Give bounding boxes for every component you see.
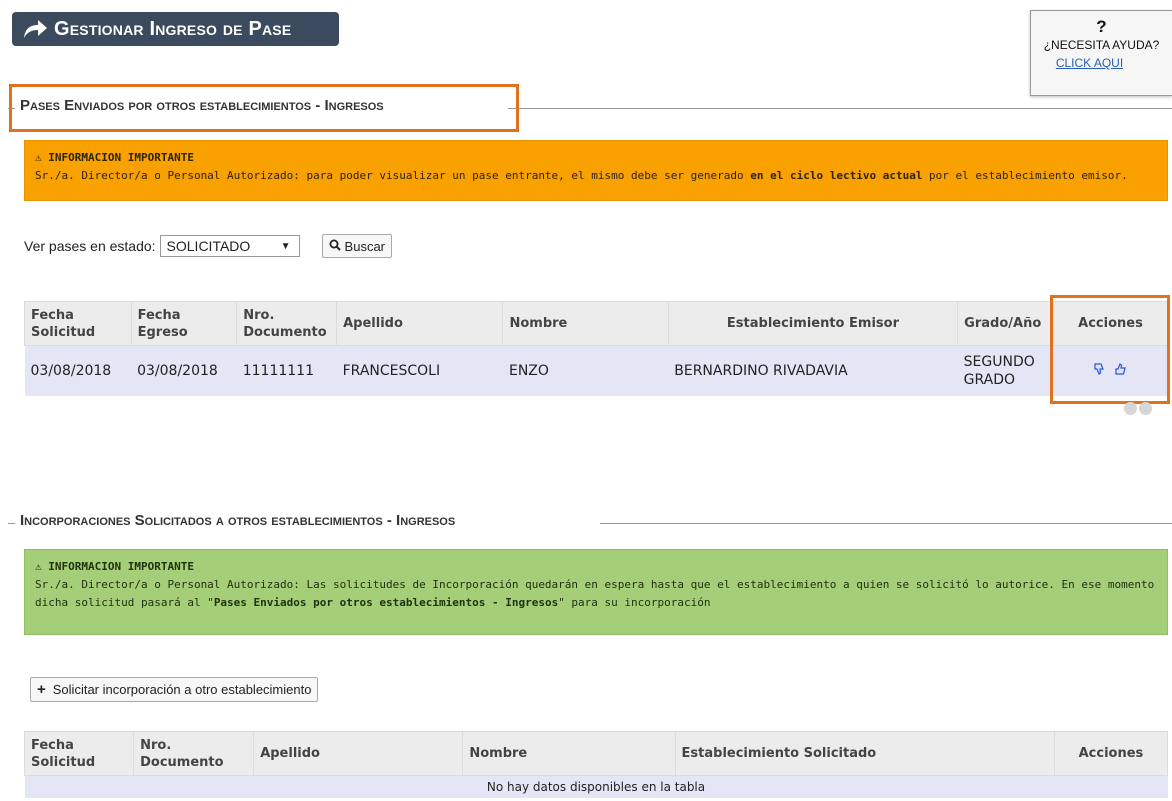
share-arrow-icon [24, 20, 47, 38]
table-row-empty: No hay datos disponibles en la tabla [24, 775, 1168, 798]
help-box: ? ¿NECESITA AYUDA? CLICK AQUI [1030, 10, 1172, 96]
alert-header: ⚠ INFORMACION IMPORTANTE [35, 560, 194, 573]
pager [1124, 402, 1152, 415]
page-title: Gestionar Ingreso de Pase [12, 12, 339, 46]
pases-table: Fecha Solicitud Fecha Egreso Nro. Docume… [24, 301, 1168, 396]
col-nombre[interactable]: Nombre [502, 301, 669, 346]
pager-prev-icon[interactable] [1124, 402, 1137, 415]
search-button[interactable]: Buscar [321, 234, 393, 258]
col-documento[interactable]: Nro. Documento [133, 731, 255, 776]
col-apellido[interactable]: Apellido [336, 301, 504, 346]
help-link[interactable]: CLICK AQUI [1031, 56, 1172, 70]
solicitar-incorporacion-button[interactable]: + Solicitar incorporación a otro estable… [30, 677, 319, 702]
legend2-line-right [600, 523, 1172, 524]
plus-icon: + [37, 681, 46, 698]
col-acciones: Acciones [1053, 731, 1169, 776]
info-alert-orange: ⚠ INFORMACION IMPORTANTE Sr./a. Director… [24, 140, 1168, 201]
alert-header: ⚠ INFORMACION IMPORTANTE [35, 151, 194, 164]
cell-fecha-solicitud: 03/08/2018 [24, 345, 132, 396]
empty-message: No hay datos disponibles en la tabla [24, 775, 1168, 798]
dropdown-arrow-icon: ▼ [280, 240, 291, 252]
section-incorporaciones-legend: Incorporaciones Solicitados a otros esta… [18, 512, 458, 529]
alert-body: Sr./a. Director/a o Personal Autorizado:… [35, 578, 1155, 609]
estado-select[interactable]: SOLICITADO ▼ [159, 235, 300, 257]
col-nombre[interactable]: Nombre [462, 731, 676, 776]
col-apellido[interactable]: Apellido [253, 731, 464, 776]
incorporaciones-table: Fecha Solicitud Nro. Documento Apellido … [23, 731, 1169, 798]
cell-establecimiento: BERNARDINO RIVADAVIA [668, 345, 958, 396]
legend-line-right [508, 108, 1172, 109]
pager-next-icon[interactable] [1139, 402, 1152, 415]
cell-grado: SEGUNDO GRADO [957, 345, 1054, 396]
filter-row: Ver pases en estado: SOLICITADO ▼ Buscar [24, 234, 393, 258]
search-icon [329, 239, 341, 254]
cell-documento: 11111111 [236, 345, 337, 396]
alert-body: Sr./a. Director/a o Personal Autorizado:… [35, 169, 1128, 182]
col-documento[interactable]: Nro. Documento [236, 301, 338, 346]
cell-nombre: ENZO [502, 345, 669, 396]
table-row: 03/08/2018 03/08/2018 11111111 FRANCESCO… [24, 345, 1168, 396]
col-grado[interactable]: Grado/Año [957, 301, 1054, 346]
question-icon: ? [1096, 17, 1107, 36]
page-title-text: Gestionar Ingreso de Pase [54, 17, 292, 40]
cell-fecha-egreso: 03/08/2018 [131, 345, 237, 396]
filter-label: Ver pases en estado: [24, 238, 156, 254]
col-fecha-egreso[interactable]: Fecha Egreso [130, 301, 238, 346]
highlight-box-acciones [1050, 295, 1170, 404]
help-text: ¿NECESITA AYUDA? [1043, 38, 1160, 52]
col-fecha-solicitud[interactable]: Fecha Solicitud [23, 731, 135, 776]
legend2-line-left [8, 523, 15, 524]
col-fecha-solicitud[interactable]: Fecha Solicitud [24, 301, 132, 346]
col-establecimiento-solicitado[interactable]: Establecimiento Solicitado [674, 731, 1055, 776]
col-establecimiento[interactable]: Establecimiento Emisor [667, 301, 959, 346]
highlight-box-legend [9, 84, 519, 132]
cell-apellido: FRANCESCOLI [336, 345, 503, 396]
info-alert-green: ⚠ INFORMACION IMPORTANTE Sr./a. Director… [24, 549, 1168, 635]
